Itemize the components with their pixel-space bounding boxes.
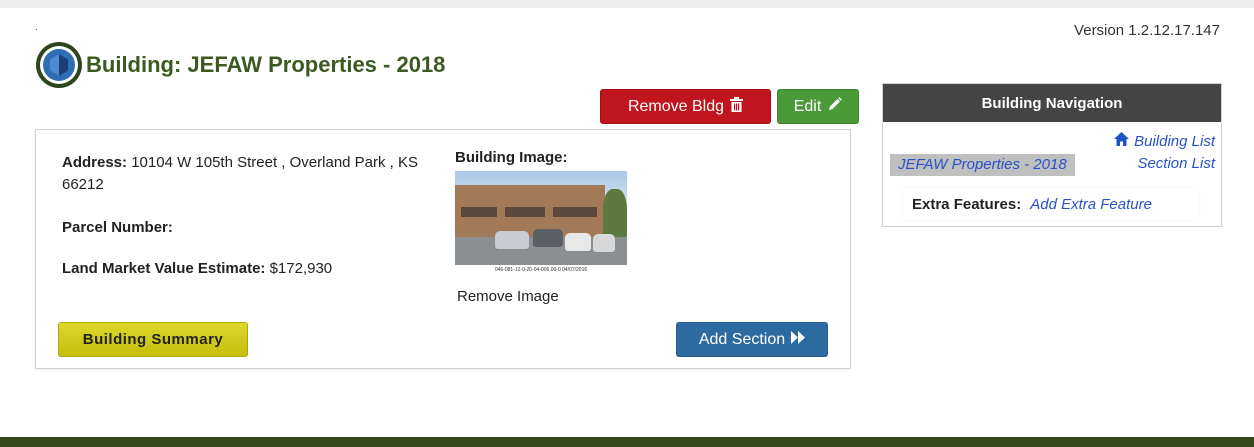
building-summary-button[interactable]: Building Summary	[58, 322, 248, 357]
add-section-button[interactable]: Add Section	[676, 322, 828, 357]
parcel-number-label: Parcel Number:	[62, 219, 173, 236]
section-list-link[interactable]: Section List	[1137, 155, 1215, 172]
pencil-icon	[827, 97, 843, 116]
edit-button[interactable]: Edit	[777, 89, 859, 124]
building-image-label: Building Image:	[455, 149, 568, 166]
corner-mark: .	[35, 22, 38, 33]
remove-building-label: Remove Bldg	[627, 97, 725, 115]
footer-bar	[0, 437, 1254, 447]
top-rule	[0, 0, 1254, 8]
add-section-label: Add Section	[698, 330, 786, 348]
trash-icon	[730, 97, 744, 116]
extra-features-label: Extra Features:	[912, 195, 1022, 213]
building-list-label: Building List	[1134, 132, 1215, 150]
page-title: Building: JEFAW Properties - 2018	[86, 52, 446, 77]
land-value-label: Land Market Value Estimate:	[62, 260, 266, 277]
building-photo: 046-081-12-0-20-04-006.00-0 04/07/2016	[455, 171, 627, 275]
building-navigation-panel: Building Navigation Building List JEFAW …	[882, 83, 1222, 227]
home-icon	[1114, 132, 1130, 150]
version-label: Version 1.2.12.17.147	[1074, 22, 1220, 39]
extra-features-row: Extra Features: Add Extra Feature	[903, 188, 1199, 220]
building-list-link[interactable]: Building List	[1114, 132, 1215, 150]
page-header: Building: JEFAW Properties - 2018	[36, 42, 445, 88]
parcel-number-field: Parcel Number:	[62, 217, 173, 239]
land-value-amount: $172,930	[269, 260, 333, 277]
building-details-card: Address: 10104 W 105th Street , Overland…	[35, 129, 851, 369]
building-navigation-header: Building Navigation	[883, 84, 1221, 122]
address-label: Address:	[62, 154, 128, 171]
building-summary-label: Building Summary	[82, 331, 224, 348]
remove-building-button[interactable]: Remove Bldg	[600, 89, 771, 124]
address-field: Address: 10104 W 105th Street , Overland…	[62, 152, 432, 196]
double-chevron-right-icon	[791, 331, 806, 348]
add-extra-feature-link[interactable]: Add Extra Feature	[1030, 196, 1152, 213]
edit-label: Edit	[793, 97, 822, 115]
photo-caption: 046-081-12-0-20-04-006.00-0 04/07/2016	[455, 265, 627, 275]
remove-image-link[interactable]: Remove Image	[457, 288, 559, 305]
land-value-field: Land Market Value Estimate: $172,930	[62, 258, 332, 280]
app-logo-icon	[36, 42, 82, 88]
current-building-link[interactable]: JEFAW Properties - 2018	[890, 154, 1075, 176]
